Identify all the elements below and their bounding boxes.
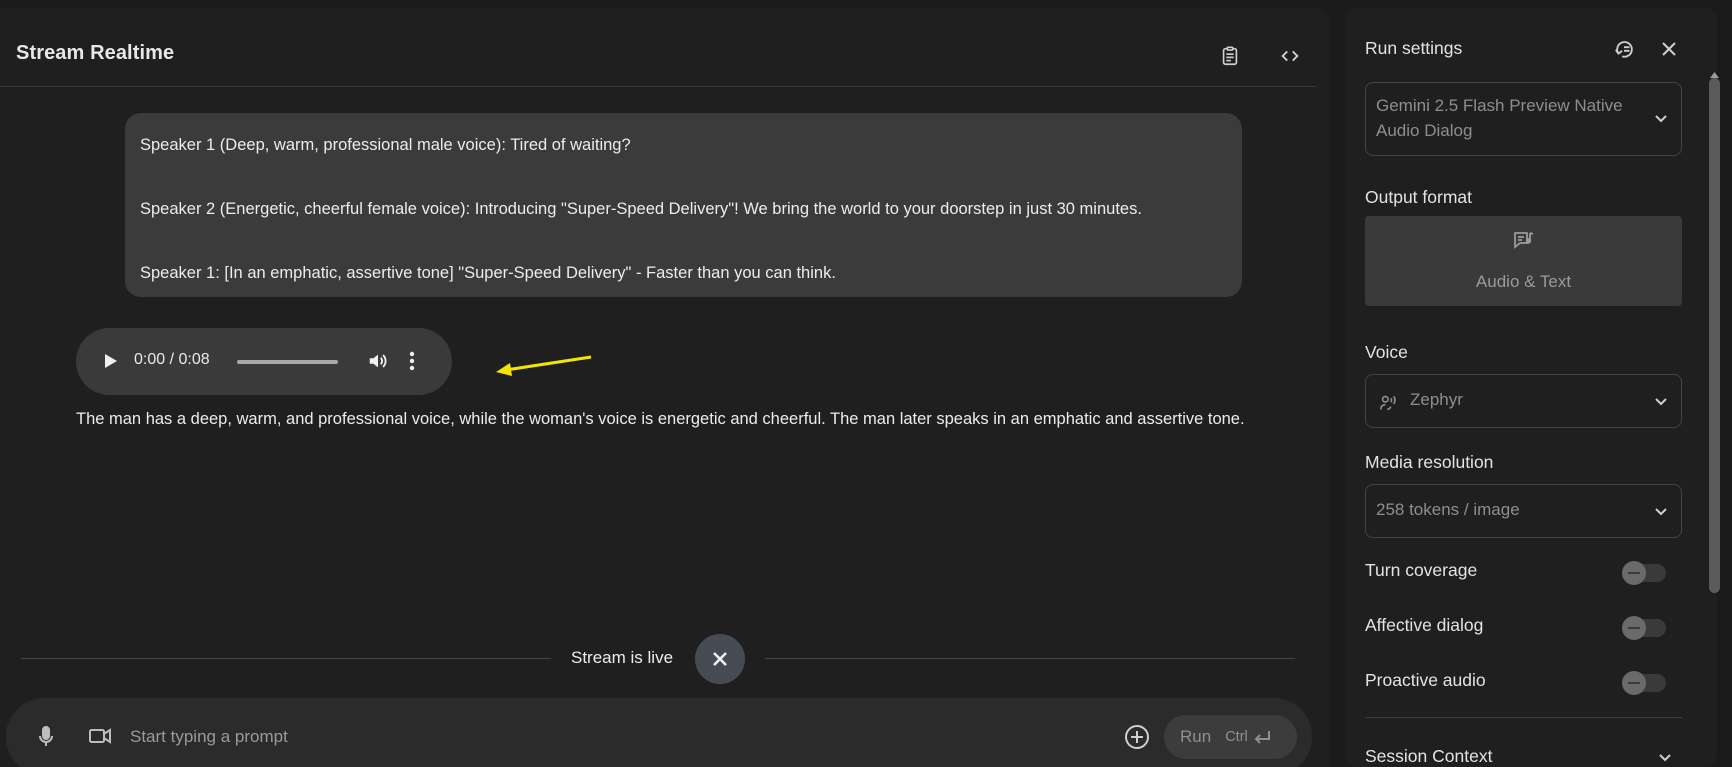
chevron-down-icon [1655,508,1667,516]
user-message-line: Speaker 1: [In an emphatic, assertive to… [140,264,836,282]
divider [21,658,551,659]
shortcut-label: Ctrl [1225,729,1248,745]
divider [765,658,1295,659]
enter-key-icon [1254,731,1270,744]
turn-coverage-label: Turn coverage [1365,560,1478,580]
audio-player: 0:00 / 0:08 [76,328,452,395]
chat-audio-icon [1514,232,1534,249]
user-message-line: Speaker 1 (Deep, warm, professional male… [140,136,631,154]
stream-status: Stream is live [571,648,674,667]
run-button[interactable]: Run Ctrl [1164,715,1297,759]
user-message-bubble: Speaker 1 (Deep, warm, professional male… [125,113,1242,297]
model-response-text: The man has a deep, warm, and profession… [76,410,1245,428]
session-context-header[interactable]: Session Context [1365,746,1492,767]
prompt-bar: Run Ctrl [6,698,1312,767]
code-icon[interactable] [1275,41,1305,71]
more-vert-icon[interactable] [408,349,416,378]
prompt-input[interactable] [130,723,990,751]
settings-scrollbar[interactable] [1709,78,1720,593]
session-context-label: Session Context [1365,746,1493,766]
close-icon[interactable] [1655,35,1683,63]
close-icon [713,652,727,666]
proactive-audio-toggle[interactable] [1622,671,1666,695]
divider [1365,717,1682,718]
affective-dialog-label: Affective dialog [1365,615,1484,635]
output-format-option[interactable]: Audio & Text [1365,216,1682,306]
add-circle-icon[interactable] [1124,724,1150,750]
voice-label: Voice [1365,342,1408,362]
voice-select[interactable]: Zephyr [1365,374,1682,428]
stop-stream-button[interactable] [695,634,745,684]
voice-icon [1379,395,1396,411]
video-camera-icon[interactable] [88,726,112,746]
proactive-audio-label: Proactive audio [1365,670,1486,690]
run-settings-panel: Run settings Gemini 2.5 Flash Preview Na… [1345,8,1717,767]
audio-seek-bar[interactable] [237,360,338,364]
toggle-knob [1622,561,1646,585]
chevron-down-icon[interactable] [1657,749,1673,765]
chevron-down-icon [1655,398,1667,406]
page-title: Stream Realtime [16,42,175,64]
microphone-icon[interactable] [36,725,56,749]
voice-select-value: Zephyr [1410,390,1463,409]
chat-panel: Stream Realtime Speaker 1 (Deep, warm, p… [0,8,1330,767]
output-format-value: Audio & Text [1475,272,1572,291]
run-label: Run [1180,727,1212,746]
annotation-arrow [494,353,596,382]
output-format-label: Output format [1365,187,1472,207]
user-message-line: Speaker 2 (Energetic, cheerful female vo… [140,200,1142,218]
affective-dialog-toggle[interactable] [1622,616,1666,640]
settings-title: Run settings [1365,38,1463,58]
toggle-knob [1622,616,1646,640]
play-icon[interactable] [100,351,120,376]
media-resolution-select[interactable]: 258 tokens / image [1365,484,1682,538]
model-select[interactable]: Gemini 2.5 Flash Preview Native Audio Di… [1365,82,1682,156]
media-resolution-label: Media resolution [1365,452,1494,472]
reset-settings-icon[interactable] [1610,35,1638,63]
model-select-value: Gemini 2.5 Flash Preview Native Audio Di… [1376,96,1623,140]
toggle-knob [1622,671,1646,695]
chevron-down-icon [1655,115,1667,123]
chat-header: Stream Realtime [0,8,1316,87]
audio-time: 0:00 / 0:08 [134,351,210,368]
volume-icon[interactable] [366,350,390,377]
turn-coverage-toggle[interactable] [1622,561,1666,585]
clipboard-icon[interactable] [1215,41,1245,71]
media-resolution-value: 258 tokens / image [1376,500,1520,519]
